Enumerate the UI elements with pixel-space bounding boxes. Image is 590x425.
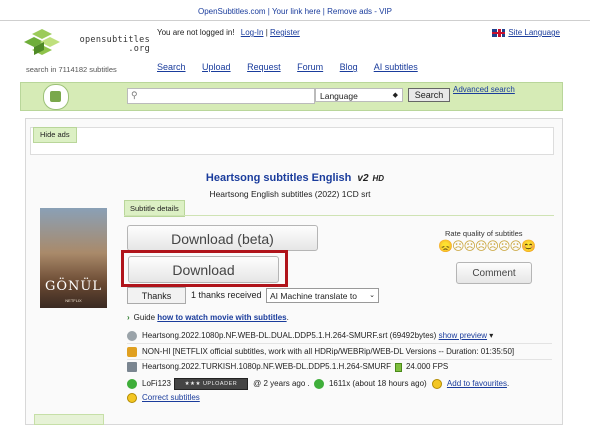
search-bar: ⚲ Language ◆ Search Advanced search [20,82,563,111]
version-badge: v2 [357,173,369,184]
download-count-icon [313,379,324,389]
file-row: Heartsong.2022.1080p.NF.WEB-DL.DUAL.DDP5… [127,331,493,341]
info-divider [127,343,552,344]
document-icon [127,362,137,372]
guide-link[interactable]: how to watch movie with subtitles [157,313,286,322]
logo-wordmark: opensubtitles .org [79,35,150,54]
login-link[interactable]: Log-In [241,28,264,37]
download-beta-button[interactable]: Download (beta) [127,225,318,251]
preview-toggle-icon[interactable]: ▾ [489,331,493,340]
pencil-icon [127,347,137,357]
thanks-button[interactable]: Thanks [127,287,186,304]
site-language-link[interactable]: Site Language [508,28,560,37]
logo-cubes-icon [24,29,60,55]
top-links[interactable]: OpenSubtitles.com | Your link here | Rem… [0,7,590,16]
site-language[interactable]: Site Language [492,28,560,37]
search-button[interactable]: Search [408,88,450,102]
release-row: Heartsong.2022.TURKISH.1080p.NF.WEB-DL.D… [127,362,448,372]
rate-quality-label: Rate quality of subtitles [445,229,523,238]
nav-search[interactable]: Search [157,62,186,72]
film-icon [394,362,402,372]
nav-forum[interactable]: Forum [297,62,323,72]
poster-brand: NETFLIX [65,298,82,303]
poster-title: GÖNÜL [44,279,102,294]
uploader-rank-badge: ★★★ UPLOADER [173,378,248,390]
top-bar: OpenSubtitles.com | Your link here | Rem… [0,0,590,22]
chevron-down-icon: ⌄ [369,292,375,299]
advanced-search-link[interactable]: Advanced search [453,85,515,94]
upload-age: @ 2 years ago . [253,379,310,389]
uk-flag-icon [492,28,506,37]
movie-poster[interactable]: GÖNÜL NETFLIX [40,208,107,308]
file-icon [127,331,137,341]
not-logged-in-text: You are not logged in! [157,28,235,37]
details-divider [124,215,554,216]
page-title: Heartsong subtitles English v2 HD [205,172,385,184]
hd-badge: HD [372,174,385,183]
ai-translate-select[interactable]: AI Machine translate to ⌄ [266,288,379,303]
uploader-comment: NON-HI [NETFLIX official subtitles, work… [142,347,515,357]
hide-ads-button[interactable]: Hide ads [33,127,77,143]
file-name: Heartsong.2022.1080p.NF.WEB-DL.DUAL.DDP5… [142,331,437,341]
show-preview-link[interactable]: show preview [439,331,487,340]
add-to-favourites-link[interactable]: Add to favourites [447,379,507,388]
select-arrows-icon: ◆ [392,92,398,99]
correct-icon [127,393,137,403]
release-name: Heartsong.2022.TURKISH.1080p.NF.WEB-DL.D… [142,362,391,372]
top-divider [0,20,590,21]
login-status: You are not logged in! Log-In | Register [157,28,300,37]
arrow-right-icon: › [127,313,130,322]
language-select[interactable]: Language ◆ [315,88,403,102]
correct-row: Correct subtitles [127,393,200,403]
fps-value: 24.000 FPS [405,362,449,372]
subtitle-count: search in 7114182 subtitles [26,65,117,74]
user-icon [127,379,137,389]
comment-button[interactable]: Comment [456,262,532,284]
search-icon: ⚲ [131,90,138,100]
site-logo[interactable]: opensubtitles .org search in 7114182 sub… [22,28,152,74]
info-divider [127,359,552,360]
register-link[interactable]: Register [270,28,300,37]
thanks-count: 1 thanks received [191,290,262,300]
ads-box: Hide ads [30,127,554,155]
nav-blog[interactable]: Blog [340,62,358,72]
comment-row: NON-HI [NETFLIX official subtitles, work… [127,347,514,357]
favourite-star-icon [431,379,442,389]
nav-request[interactable]: Request [247,62,281,72]
guide-row: › Guide how to watch movie with subtitles… [127,313,289,322]
nav-upload[interactable]: Upload [202,62,231,72]
home-icon[interactable] [43,84,69,110]
subtitle-description: Heartsong English subtitles (2022) 1CD s… [209,189,371,199]
nav-ai-subtitles[interactable]: AI subtitles [374,62,418,72]
sidebar-tab [34,414,104,425]
uploader-name[interactable]: LoFi123 [142,379,171,388]
highlight-box [121,250,288,287]
rating-faces[interactable]: 😞☹☹☹☹☹☹😊 [438,239,536,253]
correct-subtitles-link[interactable]: Correct subtitles [142,393,200,402]
download-count: 1611x (about 18 hours ago) [328,379,427,389]
main-nav: Search Upload Request Forum Blog AI subt… [157,62,432,72]
uploader-row: LoFi123 ★★★ UPLOADER @ 2 years ago . 1611… [127,378,509,390]
search-input[interactable]: ⚲ [127,88,315,104]
